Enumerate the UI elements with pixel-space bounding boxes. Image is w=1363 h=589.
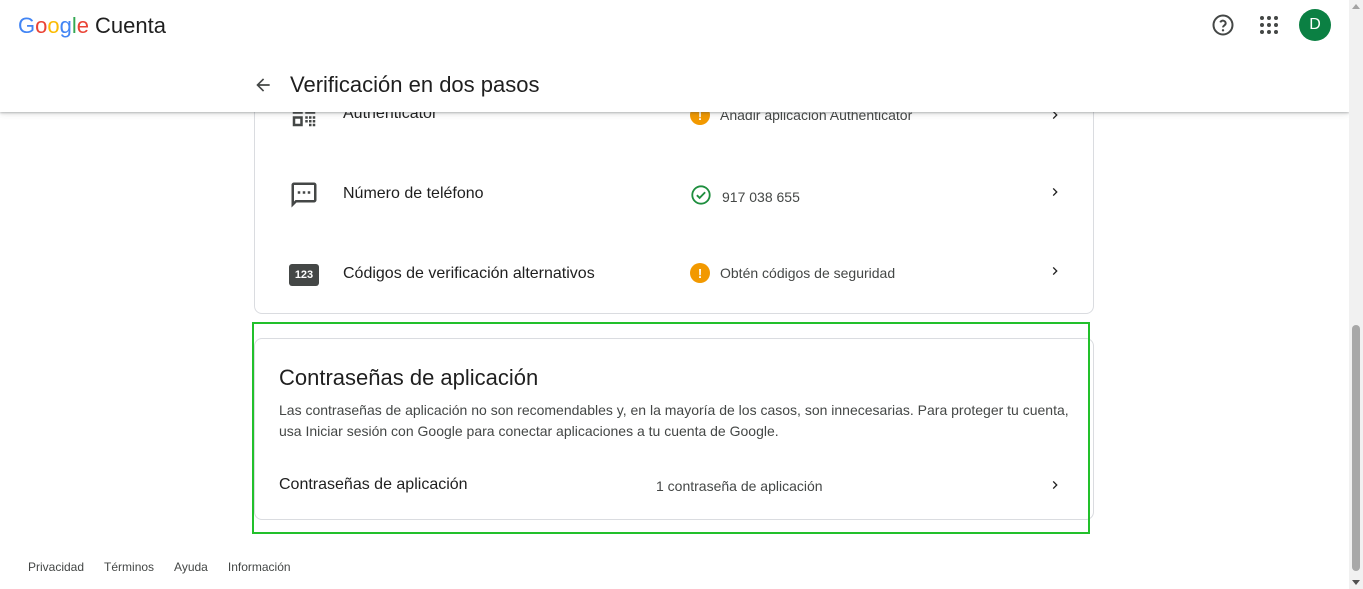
scrollbar-thumb[interactable] xyxy=(1352,325,1360,571)
footer: Privacidad Términos Ayuda Información xyxy=(28,560,291,574)
google-account-logo[interactable]: Google Cuenta xyxy=(18,13,166,39)
product-name: Cuenta xyxy=(95,13,166,38)
page-title: Verificación en dos pasos xyxy=(290,72,540,97)
footer-link-info[interactable]: Información xyxy=(228,560,291,574)
app-passwords-row-label: Contraseñas de aplicación xyxy=(279,476,468,493)
sms-icon xyxy=(288,179,320,211)
google-logo: Google xyxy=(18,13,90,38)
warning-icon: ! xyxy=(690,263,710,283)
app-passwords-count: 1 contraseña de aplicación xyxy=(656,478,823,494)
scroll-up-arrow-icon[interactable] xyxy=(1352,4,1360,9)
app-passwords-title: Contraseñas de aplicación xyxy=(279,365,539,390)
method-status: ! Obtén códigos de seguridad xyxy=(690,263,895,283)
help-circle-icon[interactable] xyxy=(1207,9,1239,41)
method-label: Códigos de verificación alternativos xyxy=(343,265,595,282)
vertical-scrollbar[interactable] xyxy=(1349,0,1363,589)
method-status-text: Obtén códigos de seguridad xyxy=(720,265,896,281)
method-row-backup-codes[interactable]: 123 Códigos de verificación alternativos… xyxy=(255,235,1093,315)
check-circle-icon xyxy=(690,184,712,209)
app-passwords-row[interactable]: Contraseñas de aplicación 1 contraseña d… xyxy=(255,463,1093,507)
avatar[interactable]: D xyxy=(1299,9,1331,41)
app-passwords-card: Contraseñas de aplicación Las contraseña… xyxy=(254,338,1094,520)
backup-codes-icon: 123 xyxy=(288,259,320,291)
chevron-right-icon[interactable] xyxy=(1045,475,1065,495)
scroll-down-arrow-icon[interactable] xyxy=(1352,580,1360,585)
footer-link-terms[interactable]: Términos xyxy=(104,560,154,574)
method-label: Número de teléfono xyxy=(343,185,484,202)
chevron-right-icon[interactable] xyxy=(1045,261,1065,281)
app-header: Google Cuenta D Verificación en dos paso… xyxy=(0,0,1349,112)
apps-grid-icon[interactable] xyxy=(1253,9,1285,41)
method-status-text: 917 038 655 xyxy=(722,188,800,205)
footer-link-privacy[interactable]: Privacidad xyxy=(28,560,84,574)
footer-link-help[interactable]: Ayuda xyxy=(174,560,208,574)
app-passwords-description: Las contraseñas de aplicación no son rec… xyxy=(279,402,1069,439)
method-status: 917 038 655 xyxy=(690,184,800,209)
header-actions: D xyxy=(1207,9,1331,41)
chevron-right-icon[interactable] xyxy=(1045,182,1065,202)
back-arrow-icon[interactable] xyxy=(252,74,274,96)
method-row-phone[interactable]: Número de teléfono 917 038 655 xyxy=(255,155,1093,235)
